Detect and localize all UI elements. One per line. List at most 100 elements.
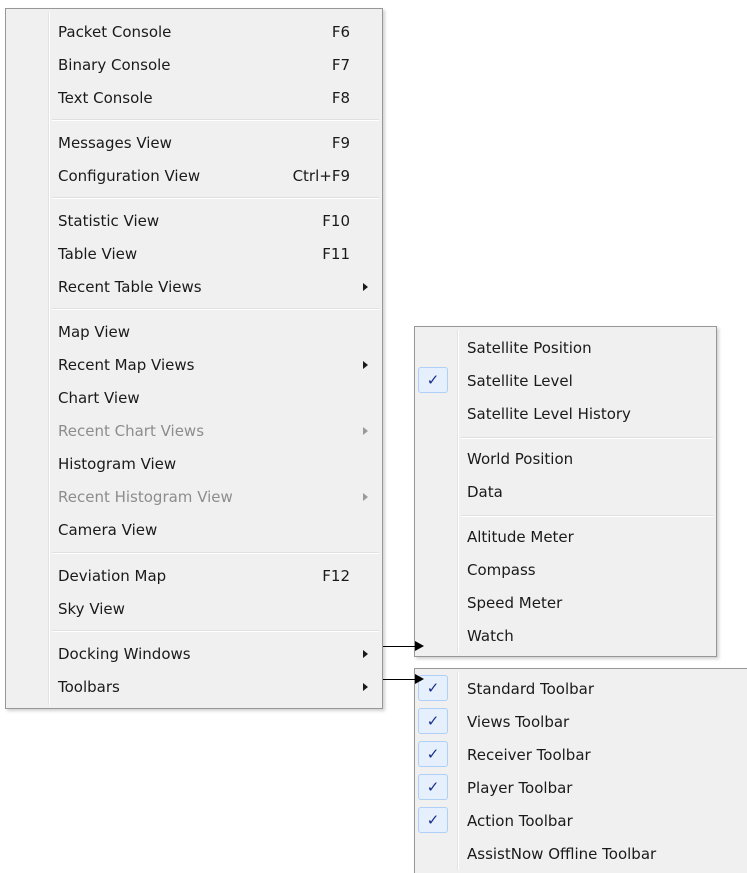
menu-item-camera-view[interactable]: Camera View <box>6 514 382 546</box>
menu-item-label: Statistic View <box>58 212 160 230</box>
menu-separator <box>52 308 379 310</box>
menu-item-receiver-toolbar[interactable]: ✓ Receiver Toolbar <box>415 739 747 771</box>
checkmark-icon: ✓ <box>418 741 448 767</box>
menu-separator <box>52 119 379 121</box>
checkmark-icon: ✓ <box>418 708 448 734</box>
menu-item-configuration-view[interactable]: Configuration View Ctrl+F9 <box>6 160 382 192</box>
menu-item-shortcut: F6 <box>331 23 350 41</box>
menu-item-label: Altitude Meter <box>467 528 574 546</box>
menu-item-label: Packet Console <box>58 23 172 41</box>
menu-item-satellite-level-history[interactable]: Satellite Level History <box>415 398 716 430</box>
menu-item-docking-windows[interactable]: Docking Windows <box>6 638 382 670</box>
menu-item-shortcut: F11 <box>322 245 350 263</box>
toolbars-connector-line <box>383 679 417 680</box>
menu-item-data[interactable]: Data <box>415 476 716 508</box>
menu-item-player-toolbar[interactable]: ✓ Player Toolbar <box>415 772 747 804</box>
menu-separator <box>52 552 379 554</box>
docking-windows-submenu: Satellite Position ✓ Satellite Level Sat… <box>414 326 717 657</box>
menu-item-label: Receiver Toolbar <box>467 746 591 764</box>
menu-item-toolbars[interactable]: Toolbars <box>6 671 382 703</box>
menu-item-compass[interactable]: Compass <box>415 554 716 586</box>
menu-item-shortcut: F12 <box>322 567 350 585</box>
menu-item-recent-chart-views: Recent Chart Views <box>6 415 382 447</box>
menu-item-deviation-map[interactable]: Deviation Map F12 <box>6 560 382 592</box>
menu-item-label: Satellite Level <box>467 372 573 390</box>
menu-item-label: Compass <box>467 561 536 579</box>
submenu-arrow-icon <box>363 283 368 291</box>
menu-item-recent-table-views[interactable]: Recent Table Views <box>6 271 382 303</box>
menu-item-shortcut: Ctrl+F9 <box>292 167 350 185</box>
menu-item-table-view[interactable]: Table View F11 <box>6 238 382 270</box>
menu-separator <box>52 197 379 199</box>
menu-item-label: Text Console <box>58 89 153 107</box>
view-menu: Packet Console F6 Binary Console F7 Text… <box>5 8 383 709</box>
submenu-arrow-icon <box>363 361 368 369</box>
menu-separator <box>461 515 713 517</box>
menu-item-label: Docking Windows <box>58 645 191 663</box>
menu-item-label: Toolbars <box>58 678 120 696</box>
menu-item-label: Watch <box>467 627 514 645</box>
menu-item-label: Histogram View <box>58 455 177 473</box>
menu-item-label: Satellite Level History <box>467 405 631 423</box>
menu-item-label: Camera View <box>58 521 158 539</box>
menu-item-sky-view[interactable]: Sky View <box>6 593 382 625</box>
menu-item-label: Satellite Position <box>467 339 592 357</box>
menu-item-satellite-position[interactable]: Satellite Position <box>415 332 716 364</box>
menu-separator <box>52 630 379 632</box>
menu-item-label: Map View <box>58 323 131 341</box>
menu-item-label: Action Toolbar <box>467 812 573 830</box>
menu-item-recent-histogram-view: Recent Histogram View <box>6 481 382 513</box>
checkmark-icon: ✓ <box>418 774 448 800</box>
menu-item-label: Recent Chart Views <box>58 422 205 440</box>
docking-windows-connector-line <box>383 646 417 647</box>
menu-item-shortcut: F7 <box>331 56 350 74</box>
menu-item-packet-console[interactable]: Packet Console F6 <box>6 16 382 48</box>
menu-item-label: Configuration View <box>58 167 201 185</box>
menu-item-histogram-view[interactable]: Histogram View <box>6 448 382 480</box>
submenu-arrow-icon <box>363 493 368 501</box>
menu-item-label: Player Toolbar <box>467 779 573 797</box>
menu-item-shortcut: F10 <box>322 212 350 230</box>
menu-item-label: Recent Table Views <box>58 278 202 296</box>
menu-item-satellite-level[interactable]: ✓ Satellite Level <box>415 365 716 397</box>
menu-item-label: Binary Console <box>58 56 171 74</box>
menu-item-shortcut: F9 <box>331 134 350 152</box>
menu-item-label: Deviation Map <box>58 567 167 585</box>
menu-item-statistic-view[interactable]: Statistic View F10 <box>6 205 382 237</box>
submenu-arrow-icon <box>363 683 368 691</box>
menu-item-shortcut: F8 <box>331 89 350 107</box>
menu-item-label: Standard Toolbar <box>467 680 595 698</box>
menu-item-label: Speed Meter <box>467 594 563 612</box>
menu-item-label: World Position <box>467 450 574 468</box>
menu-item-text-console[interactable]: Text Console F8 <box>6 82 382 114</box>
menu-item-label: AssistNow Offline Toolbar <box>467 845 657 863</box>
menu-item-label: Table View <box>58 245 138 263</box>
menu-item-altitude-meter[interactable]: Altitude Meter <box>415 521 716 553</box>
menu-item-views-toolbar[interactable]: ✓ Views Toolbar <box>415 706 747 738</box>
arrow-right-icon <box>415 641 424 651</box>
menu-item-messages-view[interactable]: Messages View F9 <box>6 127 382 159</box>
menu-item-chart-view[interactable]: Chart View <box>6 382 382 414</box>
menu-item-assistnow-offline-toolbar[interactable]: AssistNow Offline Toolbar <box>415 838 747 870</box>
menu-separator <box>461 437 713 439</box>
menu-item-map-view[interactable]: Map View <box>6 316 382 348</box>
checkmark-icon: ✓ <box>418 367 448 393</box>
menu-item-label: Recent Map Views <box>58 356 195 374</box>
arrow-right-icon <box>415 674 424 684</box>
menu-item-binary-console[interactable]: Binary Console F7 <box>6 49 382 81</box>
menu-item-watch[interactable]: Watch <box>415 620 716 652</box>
menu-item-label: Messages View <box>58 134 172 152</box>
menu-item-standard-toolbar[interactable]: ✓ Standard Toolbar <box>415 673 747 705</box>
toolbars-submenu: ✓ Standard Toolbar ✓ Views Toolbar ✓ Rec… <box>414 668 747 873</box>
submenu-arrow-icon <box>363 427 368 435</box>
menu-item-label: Data <box>467 483 503 501</box>
menu-item-speed-meter[interactable]: Speed Meter <box>415 587 716 619</box>
menu-item-recent-map-views[interactable]: Recent Map Views <box>6 349 382 381</box>
menu-item-label: Sky View <box>58 600 125 618</box>
checkmark-icon: ✓ <box>418 807 448 833</box>
menu-item-label: Recent Histogram View <box>58 488 233 506</box>
menu-item-label: Chart View <box>58 389 140 407</box>
menu-item-action-toolbar[interactable]: ✓ Action Toolbar <box>415 805 747 837</box>
menu-item-label: Views Toolbar <box>467 713 570 731</box>
menu-item-world-position[interactable]: World Position <box>415 443 716 475</box>
